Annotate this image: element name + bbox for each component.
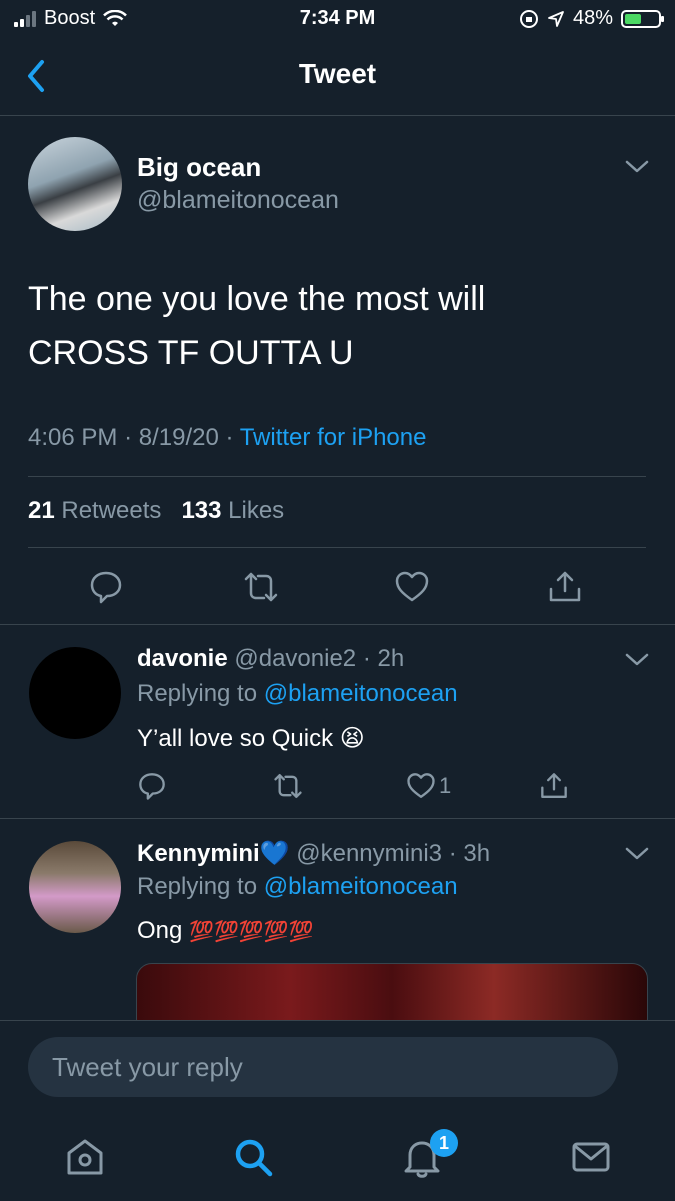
tweet-meta: 4:06 PM · 8/19/20 · Twitter for iPhone [28,424,426,452]
tweet-time: 4:06 PM [28,424,118,451]
share-icon[interactable] [539,771,569,801]
battery-percent: 48% [572,7,613,29]
chevron-down-icon[interactable] [624,158,650,176]
location-icon [548,10,564,27]
replying-to: Replying to @blameitonocean [137,873,458,901]
reply-input[interactable] [28,1037,618,1097]
page-title: Tweet [298,58,377,89]
reply-time: · 2h [362,645,405,672]
status-right: 48% [519,7,664,30]
home-icon[interactable] [63,1135,107,1179]
divider [0,624,675,625]
replying-to: Replying to @blameitonocean [137,680,458,708]
reply-icon[interactable] [88,569,124,605]
reply-icon[interactable] [137,771,167,801]
like-icon[interactable] [394,569,430,605]
likes-label[interactable]: Likes [228,497,284,524]
status-bar: Boost 7:34 PM 48% [0,0,675,40]
hundred-points-emoji: 💯💯💯💯💯 [189,921,314,943]
tweet-source-link[interactable]: Twitter for iPhone [240,424,427,451]
replying-to-label: Replying to [137,873,258,900]
retweets-count[interactable]: 21 [28,497,55,524]
retweets-label[interactable]: Retweets [61,497,161,524]
tweet-text: The one you love the most will CROSS TF … [28,272,628,380]
replying-to-label: Replying to [137,680,258,707]
tired-face-emoji: 😫 [339,725,365,752]
reply-author-handle[interactable]: @davonie2 [234,645,356,672]
reply-text-body: Ong [137,917,183,944]
divider [28,476,646,477]
notifications-badge: 1 [430,1129,458,1157]
replying-to-handle[interactable]: @blameitonocean [264,680,458,707]
meta-separator: · [124,424,133,451]
tweet-text-line2: CROSS TF OUTTA U [28,334,354,372]
reply-author-name[interactable]: Kennymini [137,840,260,867]
search-icon[interactable] [231,1135,275,1179]
author-avatar[interactable] [28,137,122,231]
reply-header: Kennymini💙 @kennymini3 · 3h [137,839,490,868]
likes-count[interactable]: 133 [181,497,221,524]
retweet-icon[interactable] [273,771,303,801]
reply-author-name[interactable]: davonie [137,645,228,672]
chevron-down-icon[interactable] [624,651,650,669]
like-icon[interactable] [406,771,436,801]
reply-time: · 3h [448,840,491,867]
retweet-icon[interactable] [243,569,279,605]
tweet-text-line1: The one you love the most will [28,280,486,318]
replying-to-handle[interactable]: @blameitonocean [264,873,458,900]
reply-header: davonie @davonie2 · 2h [137,645,404,673]
messages-icon[interactable] [569,1135,613,1179]
battery-icon [621,9,664,28]
meta-separator: · [225,424,234,451]
author-handle[interactable]: @blameitonocean [137,186,339,215]
share-icon[interactable] [547,569,583,605]
chevron-down-icon[interactable] [624,845,650,863]
divider [28,547,646,548]
tweet-stats: 21 Retweets 133 Likes [28,497,284,525]
tweet-date: 8/19/20 [138,424,219,451]
blue-heart-emoji: 💙 [259,840,290,867]
reply-avatar[interactable] [29,647,121,739]
compose-bar: 1 [0,1020,675,1201]
reply-text: Y’all love so Quick 😫 [137,724,365,753]
like-count: 1 [439,773,452,798]
reply-avatar[interactable] [29,841,121,933]
nav-header: Tweet [0,40,675,116]
reply-text-body: Y’all love so Quick [137,725,334,752]
reply-author-handle[interactable]: @kennymini3 [296,840,442,867]
author-name[interactable]: Big ocean [137,152,261,183]
divider [0,818,675,819]
orientation-lock-icon [519,9,538,28]
reply-text: Ong 💯💯💯💯💯 [137,917,314,945]
